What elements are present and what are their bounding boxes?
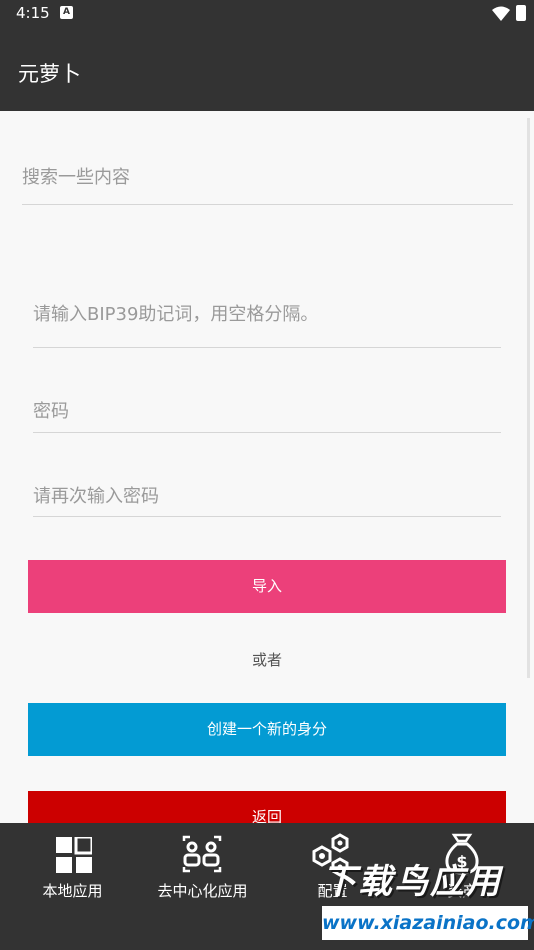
mnemonic-input[interactable] — [33, 281, 501, 347]
search-input[interactable] — [22, 151, 513, 204]
password-field — [33, 391, 501, 433]
watermark-title: 下载鸟应用 — [322, 862, 502, 902]
watermark-url: www.xiazainiao.com — [322, 906, 534, 940]
nav-item-dapps[interactable]: 去中心化应用 — [136, 823, 269, 950]
nav-label: 去中心化应用 — [157, 882, 248, 900]
mnemonic-field — [33, 281, 501, 348]
back-button[interactable]: 返回 — [28, 791, 506, 823]
status-bar: 4:15 A — [0, 0, 534, 28]
wifi-icon — [492, 6, 510, 21]
nav-item-local-apps[interactable]: 本地应用 — [6, 823, 139, 950]
or-label: 或者 — [251, 651, 282, 669]
search-field — [22, 151, 513, 205]
app-bar: 元萝卜 — [0, 28, 534, 111]
confirm-password-input[interactable] — [33, 477, 501, 516]
create-identity-button[interactable]: 创建一个新的身分 — [28, 703, 506, 756]
grid-icon — [56, 837, 92, 873]
scrollbar[interactable] — [527, 118, 530, 678]
import-button[interactable]: 导入 — [28, 560, 506, 613]
main-content: 导入 或者 创建一个新的身分 返回 — [0, 111, 534, 823]
confirm-password-field — [33, 477, 501, 517]
watermark-logo: 下载鸟应用 www.xiazainiao.com — [316, 852, 534, 950]
nav-label: 本地应用 — [42, 882, 103, 900]
users-icon — [182, 835, 222, 873]
password-input[interactable] — [33, 391, 501, 432]
battery-icon — [516, 5, 526, 21]
notification-icon: A — [60, 6, 73, 19]
status-time: 4:15 — [16, 4, 50, 22]
app-title: 元萝卜 — [18, 62, 81, 86]
